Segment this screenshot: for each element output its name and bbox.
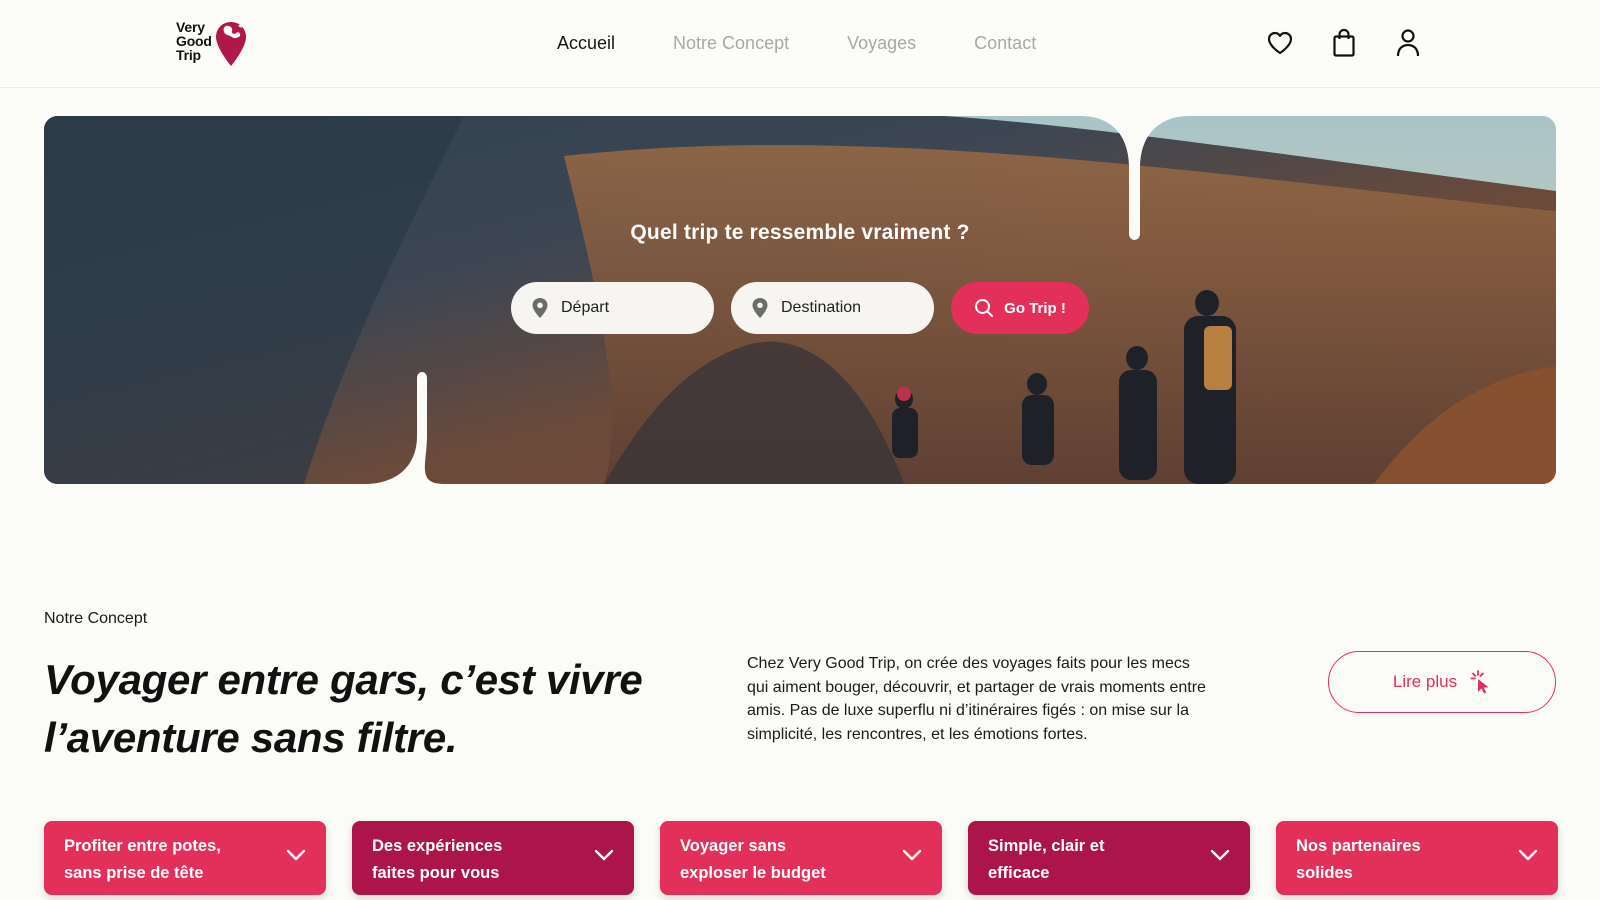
section-label: Notre Concept [44,610,148,627]
header-actions [1266,28,1422,58]
card-label: Simple, clair et efficace [988,833,1188,887]
feature-card-potes[interactable]: Profiter entre potes, sans prise de tête [44,821,326,895]
feature-card-partenaires[interactable]: Nos partenaires solides [1276,821,1558,895]
card-label: Nos partenaires solides [1296,833,1496,887]
chevron-down-icon [902,849,922,861]
user-icon [1396,29,1420,57]
card-label-line-2: sans prise de tête [64,864,204,882]
card-label-line-2: solides [1296,864,1353,882]
nav-item-voyages[interactable]: Voyages [847,33,916,54]
concept-headline: Voyager entre gars, c’est vivre l’aventu… [44,651,704,767]
chevron-down-icon [594,849,614,861]
card-label: Des expériences faites pour vous [372,833,572,887]
departure-input[interactable] [561,299,691,317]
shopping-bag-icon [1333,28,1355,57]
pointer-click-icon [1470,670,1489,694]
location-pin-icon [752,298,768,318]
card-label-line-1: Nos partenaires [1296,837,1421,855]
card-label-line-1: Simple, clair et [988,837,1105,855]
card-label-line-1: Voyager sans [680,837,787,855]
heart-icon [1267,31,1293,55]
trip-search-form: Go Trip ! [511,282,1089,334]
feature-cards: Profiter entre potes, sans prise de tête… [44,821,1558,895]
read-more-label: Lire plus [1392,672,1458,691]
read-more-button[interactable]: Lire plus [1328,651,1556,713]
chevron-down-icon [1210,849,1230,861]
card-label: Profiter entre potes, sans prise de tête [64,833,264,887]
card-label-line-1: Profiter entre potes, [64,837,221,855]
card-label-line-2: faites pour vous [372,864,500,882]
go-trip-button[interactable]: Go Trip ! [951,282,1089,334]
nav-item-notre-concept[interactable]: Notre Concept [673,33,789,54]
hero-title: Quel trip te ressemble vraiment ? [630,221,970,244]
globe-pin-icon [215,22,246,66]
destination-input[interactable] [781,299,911,317]
headline-line-1: Voyager entre gars, c’est vivre [44,656,643,703]
card-label: Voyager sans exploser le budget [680,833,880,887]
location-pin-icon [532,298,548,318]
headline-line-2: l’aventure sans filtre. [44,714,458,761]
main-nav: Accueil Notre Concept Voyages Contact [557,33,1036,54]
destination-field[interactable] [731,282,934,334]
logo-line-very: Very [176,19,205,35]
departure-field[interactable] [511,282,714,334]
card-label-line-2: exploser le budget [680,864,826,882]
nav-item-contact[interactable]: Contact [974,33,1036,54]
feature-card-simple[interactable]: Simple, clair et efficace [968,821,1250,895]
feature-card-budget[interactable]: Voyager sans exploser le budget [660,821,942,895]
logo-line-good: Good [176,33,212,49]
cart-button[interactable] [1330,28,1358,58]
logo-wordmark: Very Good Trip [176,20,212,62]
search-icon [975,299,994,317]
nav-item-accueil[interactable]: Accueil [557,33,615,54]
concept-paragraph: Chez Very Good Trip, on crée des voyages… [747,655,1206,743]
logo-line-trip: Trip [176,47,201,63]
card-label-line-1: Des expériences [372,837,503,855]
favorites-button[interactable] [1266,28,1294,58]
chevron-down-icon [286,849,306,861]
hero-banner: Quel trip te ressemble vraiment ? Go Tri… [44,116,1556,484]
brand-logo[interactable]: Very Good Trip [176,20,248,68]
chevron-down-icon [1518,849,1538,861]
card-label-line-2: efficace [988,864,1050,882]
go-trip-label: Go Trip ! [1004,299,1066,317]
feature-card-experiences[interactable]: Des expériences faites pour vous [352,821,634,895]
account-button[interactable] [1394,28,1422,58]
site-header: Very Good Trip Accueil Notre Concept Voy… [0,0,1600,88]
